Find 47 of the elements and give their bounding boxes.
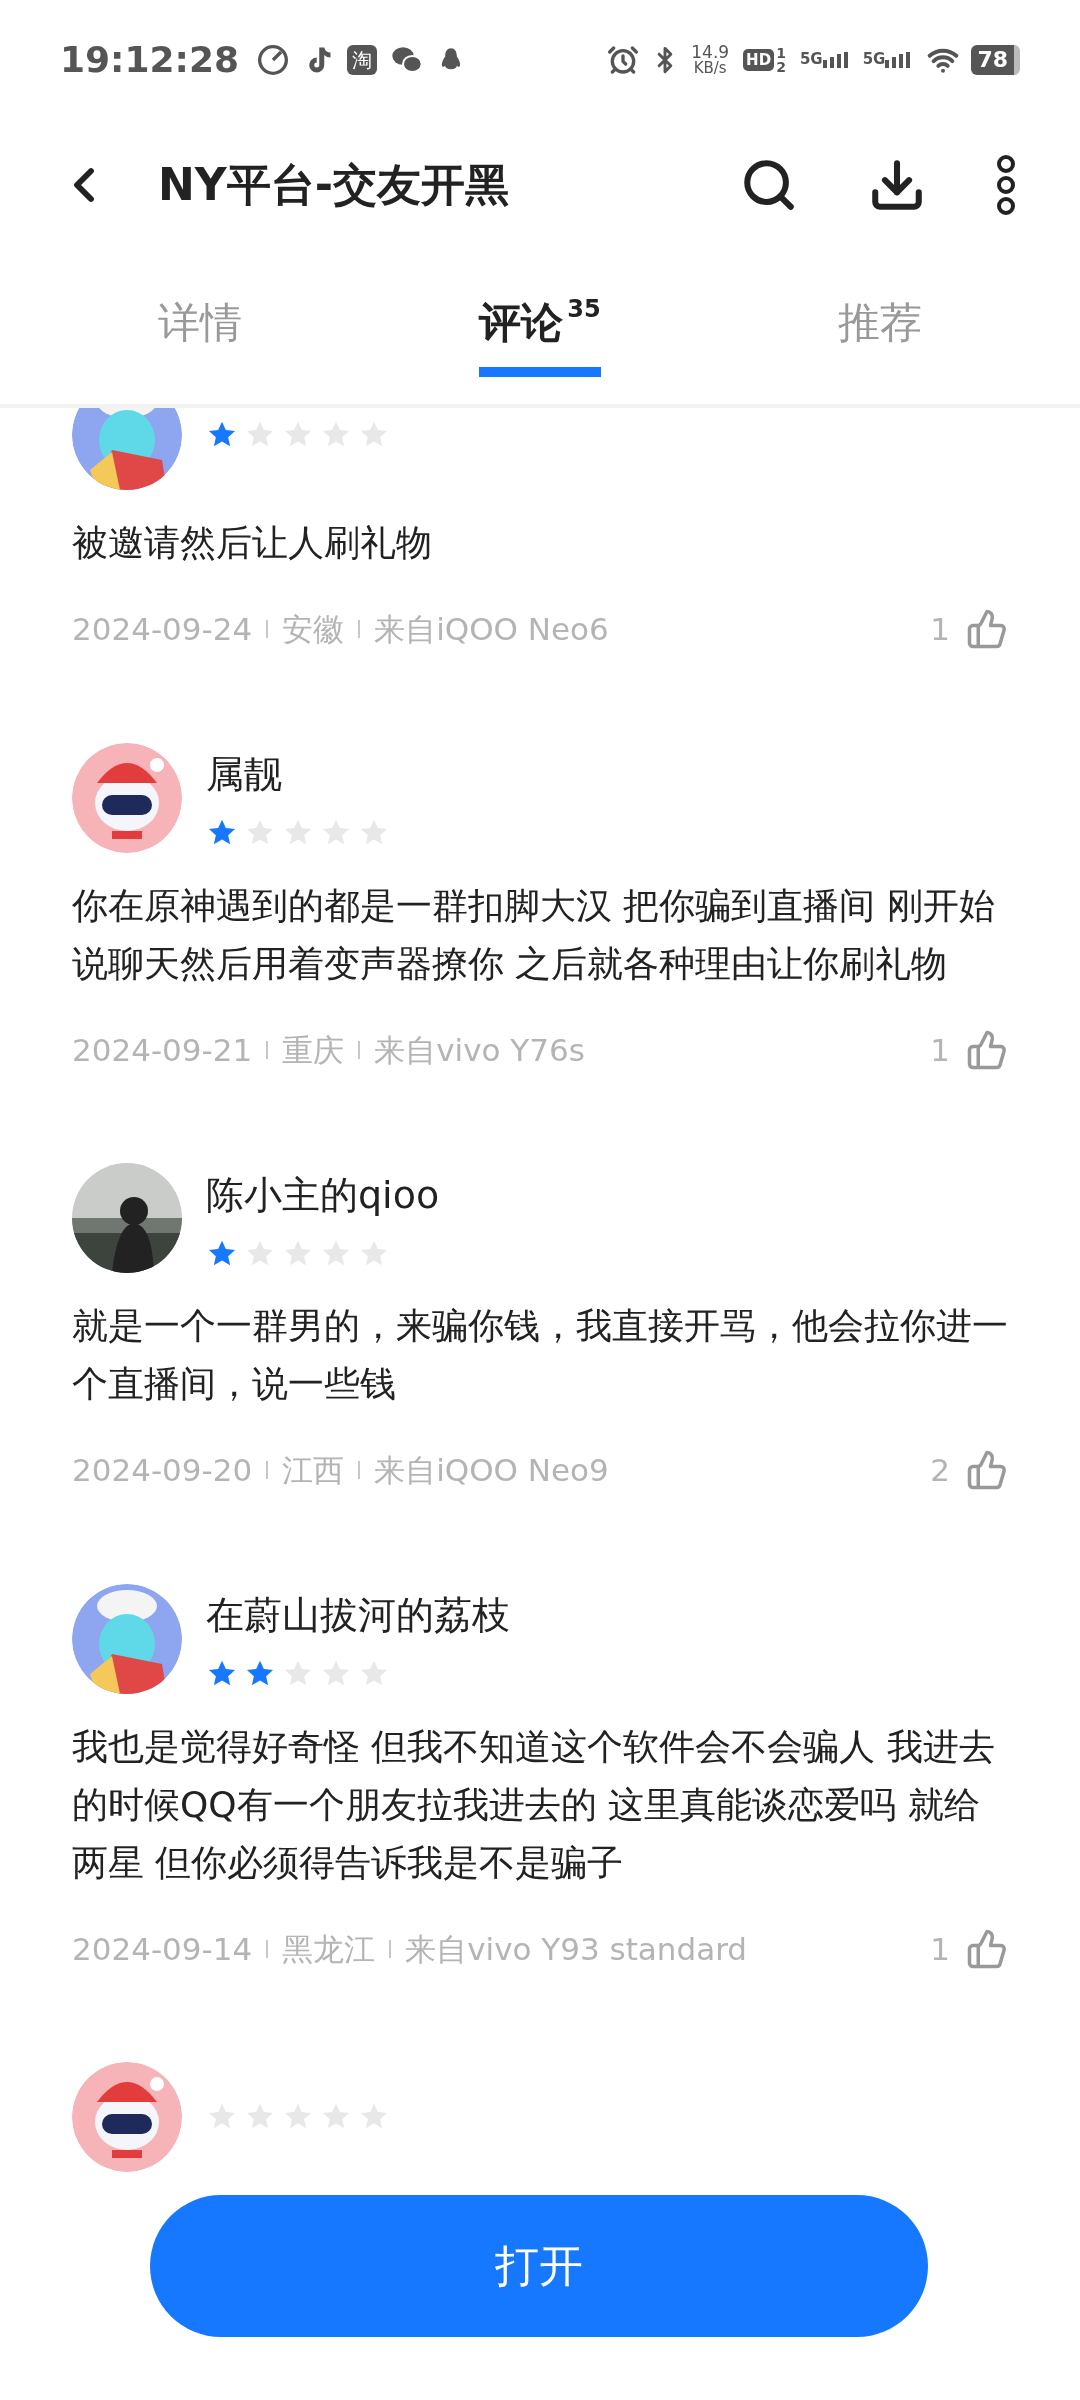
- comment-text: 我也是觉得好奇怪 但我不知道这个软件会不会骗人 我进去的时候QQ有一个朋友拉我进去的 这里真能谈恋爱吗 就给两星 但你必须得告诉我是不是骗子: [72, 1724, 996, 1885]
- sim-number: 2: [776, 60, 786, 74]
- device-label: 来自iQOO Neo9: [374, 1451, 609, 1490]
- like-icon[interactable]: [966, 1449, 1008, 1492]
- comment-text: 被邀请然后让人刷礼物: [72, 521, 433, 565]
- device-label: 来自vivo Y93 standard: [405, 1929, 748, 1969]
- like-icon[interactable]: [966, 1028, 1008, 1071]
- comment-date: 2024-09-20: [72, 1451, 253, 1490]
- network-label: 5G: [862, 52, 886, 67]
- like-count: 1: [930, 610, 950, 649]
- comment-date: 2024-09-21: [72, 1030, 253, 1070]
- sim-number: 1: [776, 46, 786, 60]
- speed-value: 14.9: [691, 44, 730, 61]
- app-badge: 淘: [347, 45, 378, 75]
- signal-icon: [822, 52, 849, 68]
- like-count: 1: [930, 1030, 950, 1070]
- comment-date: 2024-09-14: [72, 1929, 253, 1969]
- clock: 19:12:28: [60, 38, 240, 82]
- user-name: 陈小主的qioo: [206, 1171, 440, 1219]
- comment-date: 2024-09-24: [72, 610, 253, 649]
- tab[interactable]: 推荐: [837, 277, 922, 377]
- battery-indicator: 78: [971, 45, 1020, 75]
- like-count: 2: [930, 1451, 950, 1490]
- comment-region: 重庆: [282, 1030, 345, 1070]
- more-icon[interactable]: [996, 155, 1016, 215]
- like-count: 1: [930, 1929, 950, 1969]
- comment-text: 你在原神遇到的都是一群扣脚大汉 把你骗到直播间 刚开始说聊天然后用着变声器撩你 之后就各种理由让你刷礼物: [72, 883, 996, 986]
- user-name: 属靓: [206, 751, 283, 798]
- comment-region: 江西: [282, 1451, 345, 1490]
- user-name: 在蔚山拔河的荔枝: [206, 1592, 510, 1639]
- signal-icon: [885, 52, 912, 68]
- speed-unit: KB/s: [693, 61, 727, 76]
- like-icon[interactable]: [966, 1927, 1008, 1970]
- network-label: 5G: [799, 52, 823, 67]
- comment-region: 黑龙江: [282, 1929, 376, 1969]
- comment-text: 就是一个一群男的，来骗你钱，我直接开骂，他会拉你进一个直播间，说一些钱: [72, 1304, 1008, 1406]
- like-icon[interactable]: [966, 608, 1008, 651]
- page-title: NY平台-交友开黑: [158, 158, 509, 212]
- hd-badge: HD: [743, 48, 775, 72]
- gauge-icon: [257, 44, 290, 76]
- device-label: 来自iQOO Neo6: [374, 610, 609, 649]
- comment-region: 安徽: [282, 610, 345, 649]
- alarm-icon: [607, 44, 640, 76]
- device-label: 来自vivo Y76s: [374, 1030, 585, 1070]
- open-button[interactable]: 打开: [150, 2195, 928, 2337]
- tab-count: 35: [567, 294, 601, 325]
- tab[interactable]: 详情: [158, 277, 243, 377]
